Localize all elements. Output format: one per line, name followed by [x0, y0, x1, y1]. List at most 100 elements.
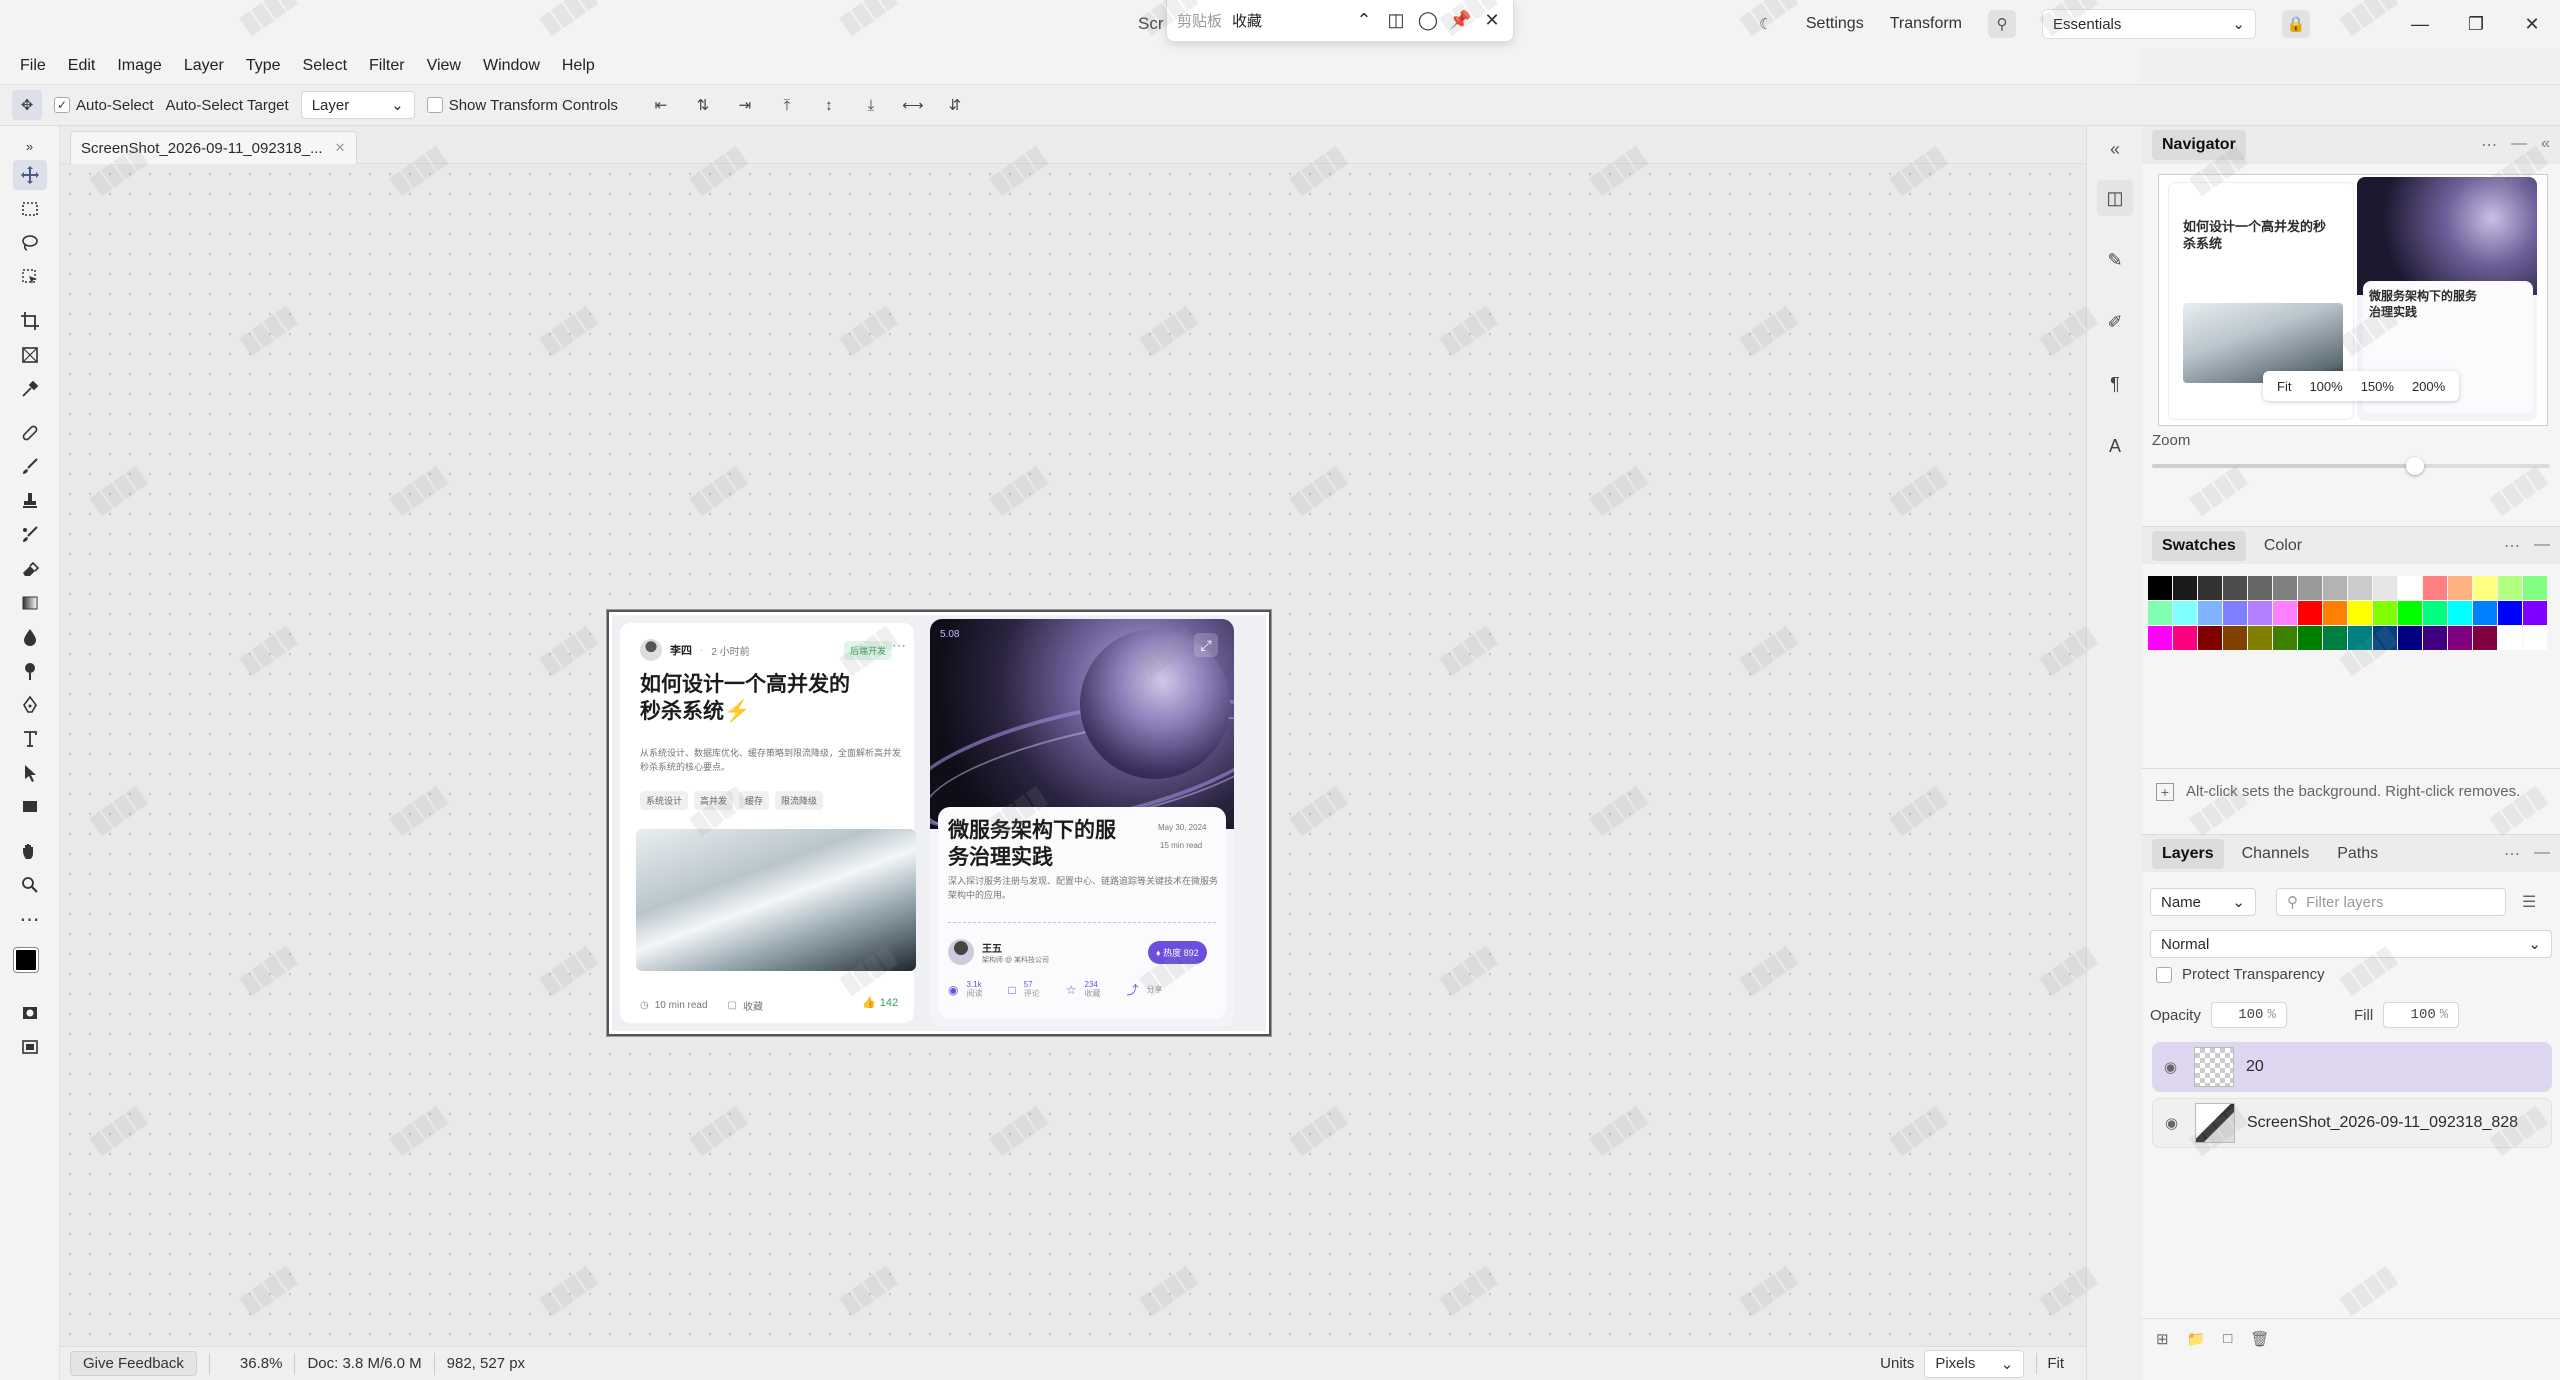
delete-layer-icon[interactable]: 🗑: [2250, 1330, 2269, 1348]
swatch[interactable]: [2173, 601, 2197, 625]
pen-tool-icon[interactable]: [13, 690, 47, 720]
swatch[interactable]: [2523, 576, 2547, 600]
tag[interactable]: 系统设计: [640, 791, 689, 810]
swatch[interactable]: [2523, 601, 2547, 625]
zoom-100-button[interactable]: 100%: [2303, 375, 2348, 398]
clipboard-tab[interactable]: 剪贴板: [1177, 10, 1222, 31]
hand-tool-icon[interactable]: [13, 836, 47, 866]
swatch[interactable]: [2498, 601, 2522, 625]
menu-select[interactable]: Select: [303, 57, 347, 75]
zoom-readout[interactable]: 36.8%: [208, 1352, 296, 1375]
swatch[interactable]: [2148, 576, 2172, 600]
swatch[interactable]: [2373, 576, 2397, 600]
align-left-icon[interactable]: ⇤: [646, 90, 676, 120]
move-tool-icon[interactable]: ✥: [12, 90, 42, 120]
healing-brush-icon[interactable]: [13, 418, 47, 448]
auto-select-checkbox[interactable]: ✓: [54, 97, 70, 113]
swatch[interactable]: [2298, 601, 2322, 625]
collapse-panels-icon[interactable]: «: [2097, 134, 2133, 164]
marquee-tool-icon[interactable]: [13, 194, 47, 224]
auto-select-target-select[interactable]: Layer ⌄: [300, 91, 415, 119]
menu-filter[interactable]: Filter: [369, 57, 405, 75]
swatch[interactable]: [2323, 576, 2347, 600]
expand-icon[interactable]: ⤢: [1194, 633, 1218, 657]
swatch[interactable]: [2148, 626, 2172, 650]
stamp-tool-icon[interactable]: [13, 486, 47, 516]
collapse-panel-icon[interactable]: «: [2541, 135, 2550, 155]
layer-row[interactable]: ◉ 20: [2152, 1042, 2552, 1092]
minimize-panel-icon[interactable]: —: [2534, 536, 2550, 556]
settings-button[interactable]: Settings: [1806, 15, 1864, 33]
zoom-fit-button[interactable]: Fit: [2271, 375, 2297, 398]
color-swatches[interactable]: [10, 946, 50, 986]
swatch[interactable]: [2248, 626, 2272, 650]
menu-window[interactable]: Window: [483, 57, 540, 75]
swatch[interactable]: [2473, 576, 2497, 600]
visibility-eye-icon[interactable]: ◉: [2165, 1114, 2183, 1132]
add-mask-icon[interactable]: □: [2223, 1330, 2232, 1347]
distribute-v-icon[interactable]: ⇵: [940, 90, 970, 120]
swatch[interactable]: [2273, 601, 2297, 625]
swatch[interactable]: [2198, 626, 2222, 650]
fit-button[interactable]: Fit: [2036, 1353, 2074, 1374]
color-tab[interactable]: Color: [2254, 531, 2312, 561]
blend-mode-select[interactable]: Normal ⌄: [2150, 930, 2552, 958]
gradient-tool-icon[interactable]: [13, 588, 47, 618]
swatch[interactable]: [2373, 601, 2397, 625]
swatch[interactable]: [2498, 576, 2522, 600]
protect-transparency-checkbox[interactable]: [2156, 966, 2172, 983]
swatch[interactable]: [2148, 601, 2172, 625]
swatch[interactable]: [2323, 601, 2347, 625]
swatch[interactable]: [2223, 626, 2247, 650]
lasso-tool-icon[interactable]: [13, 228, 47, 258]
hot-badge[interactable]: ♦ 热度 892: [1148, 941, 1207, 964]
opacity-input[interactable]: 100%: [2210, 1002, 2287, 1028]
workspace-select[interactable]: Essentials ⌄: [2042, 9, 2256, 39]
document-tab[interactable]: ScreenShot_2026-09-11_092318_... ✕: [70, 131, 357, 164]
swatch[interactable]: [2248, 601, 2272, 625]
swatch[interactable]: [2223, 601, 2247, 625]
menu-help[interactable]: Help: [562, 57, 595, 75]
menu-file[interactable]: File: [20, 57, 46, 75]
frame-tool-icon[interactable]: [13, 340, 47, 370]
swatch[interactable]: [2198, 576, 2222, 600]
swatch[interactable]: [2223, 576, 2247, 600]
more-tools-icon[interactable]: ⋯: [13, 904, 47, 934]
menu-edit[interactable]: Edit: [68, 57, 96, 75]
star-icon[interactable]: ☆: [1066, 983, 1077, 997]
paragraph-icon[interactable]: ¶: [2097, 366, 2133, 402]
panel-menu-icon[interactable]: ⋯: [2481, 135, 2497, 155]
theme-toggle-icon[interactable]: ☾: [1752, 10, 1780, 38]
minimize-panel-icon[interactable]: —: [2511, 135, 2527, 155]
swatch[interactable]: [2273, 626, 2297, 650]
swatch[interactable]: [2348, 626, 2372, 650]
panel-menu-icon[interactable]: ⋯: [2504, 844, 2520, 864]
character-icon[interactable]: A: [2097, 428, 2133, 464]
more-icon[interactable]: ⋯: [892, 637, 906, 654]
swatch[interactable]: [2173, 626, 2197, 650]
fill-input[interactable]: 100%: [2383, 1002, 2460, 1028]
swatch[interactable]: [2348, 576, 2372, 600]
swatch[interactable]: [2448, 601, 2472, 625]
swatch[interactable]: [2473, 626, 2497, 650]
align-center-h-icon[interactable]: ⇅: [688, 90, 718, 120]
zoom-slider-handle[interactable]: [2405, 457, 2424, 475]
share-icon[interactable]: ⤴: [1127, 981, 1139, 998]
units-select[interactable]: Pixels ⌄: [1924, 1349, 2025, 1378]
navigator-tab[interactable]: Navigator: [2152, 130, 2246, 160]
tag[interactable]: 限流降级: [775, 791, 824, 810]
foreground-color[interactable]: [13, 948, 38, 972]
align-bottom-icon[interactable]: ⤓: [856, 90, 886, 120]
zoom-slider[interactable]: [2152, 457, 2550, 475]
quick-mask-icon[interactable]: [13, 998, 47, 1028]
zoom-150-button[interactable]: 150%: [2355, 375, 2400, 398]
swatch[interactable]: [2273, 576, 2297, 600]
swatch[interactable]: [2173, 576, 2197, 600]
menu-layer[interactable]: Layer: [184, 57, 224, 75]
swatch[interactable]: [2423, 601, 2447, 625]
swatch[interactable]: [2398, 576, 2422, 600]
rectangle-tool-icon[interactable]: [13, 792, 47, 822]
like-icon[interactable]: 👍: [862, 996, 876, 1009]
filter-layers-input[interactable]: ⚲ Filter layers: [2276, 888, 2506, 916]
swatch[interactable]: [2473, 601, 2497, 625]
